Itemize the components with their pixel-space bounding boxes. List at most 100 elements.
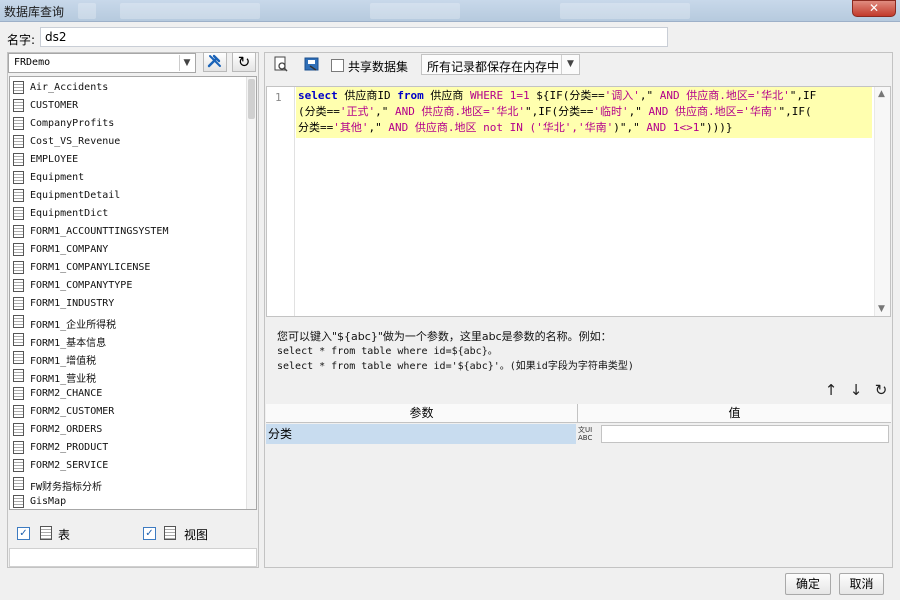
save-icon[interactable] [303, 56, 321, 74]
sql-token: AND 供应商.地区= [653, 89, 755, 102]
name-input[interactable]: ds2 [40, 27, 668, 47]
list-item[interactable]: FORM1_COMPANYLICENSE [10, 259, 246, 277]
list-item[interactable]: CUSTOMER [10, 97, 246, 115]
table-name: FORM1_基本信息 [30, 338, 107, 349]
type-icon-text: 文UI [578, 426, 593, 434]
list-item[interactable]: CompanyProfits [10, 115, 246, 133]
list-item[interactable]: FORM2_ORDERS [10, 421, 246, 439]
sql-token: '临时' [593, 105, 629, 118]
list-item[interactable]: EquipmentDetail [10, 187, 246, 205]
chevron-up-icon[interactable]: ▲ [878, 89, 885, 99]
sql-token: 1=1 [503, 89, 537, 102]
table-name: FORM2_ORDERS [30, 424, 103, 435]
view-filter-label: 视图 [184, 528, 209, 542]
sql-token: AND 供应商.地区= [388, 105, 490, 118]
sql-token: 分类== [298, 121, 334, 134]
list-item[interactable]: GisMap [10, 493, 246, 509]
list-item[interactable]: FORM1_增值税 [10, 349, 246, 367]
table-icon [13, 189, 24, 202]
table-list-scrollbar[interactable] [246, 77, 256, 509]
arrow-up-icon[interactable]: ↑ [822, 381, 840, 399]
list-item[interactable]: FORM1_ACCOUNTTINGSYSTEM [10, 223, 246, 241]
list-item[interactable]: FORM2_CUSTOMER [10, 403, 246, 421]
arrow-down-icon[interactable]: ↓ [847, 381, 865, 399]
table-checkbox[interactable]: ✓ [17, 527, 30, 540]
list-item[interactable]: Cost_VS_Revenue [10, 133, 246, 151]
datasource-select[interactable]: FRDemo ▼ [8, 53, 196, 73]
list-item[interactable]: FORM1_COMPANY [10, 241, 246, 259]
save-mode-value: 所有记录都保存在内存中 [427, 60, 560, 74]
ok-button[interactable]: 确定 [785, 573, 831, 595]
background-window-icon [78, 3, 96, 19]
list-item[interactable]: EMPLOYEE [10, 151, 246, 169]
table-filter-label: 表 [58, 528, 71, 542]
list-item[interactable]: FORM1_INDUSTRY [10, 295, 246, 313]
table-search-field[interactable] [9, 548, 257, 567]
param-name[interactable]: 分类 [266, 424, 576, 444]
save-mode-select[interactable]: 所有记录都保存在内存中 ▼ [421, 54, 580, 75]
table-name: FORM2_CHANCE [30, 388, 103, 399]
cancel-button[interactable]: 取消 [839, 573, 884, 595]
hint-line-2: select * from table where id=${abc}。 [277, 346, 498, 357]
table-icon [13, 135, 24, 148]
table-icon [13, 261, 24, 274]
close-button[interactable]: ✕ [852, 0, 896, 17]
table-name: FORM1_营业税 [30, 374, 97, 385]
wrench-icon[interactable] [203, 52, 227, 72]
list-item[interactable]: FORM1_企业所得税 [10, 313, 246, 331]
table-name: Air_Accidents [30, 82, 109, 93]
preview-icon[interactable] [272, 56, 290, 74]
list-item[interactable]: Air_Accidents [10, 79, 246, 97]
list-item[interactable]: FORM2_PRODUCT [10, 439, 246, 457]
table-row[interactable]: 分类 文UI ABC [266, 424, 891, 444]
sql-text[interactable]: select 供应商ID from 供应商 WHERE 1=1 ${IF(分类=… [296, 87, 872, 138]
chevron-down-icon[interactable]: ▼ [878, 304, 885, 314]
refresh-icon[interactable]: ↻ [232, 52, 256, 72]
table-name: FORM1_企业所得税 [30, 320, 117, 331]
view-checkbox[interactable]: ✓ [143, 527, 156, 540]
sql-editor[interactable]: 1 select 供应商ID from 供应商 WHERE 1=1 ${IF(分… [266, 86, 891, 317]
parameter-table-header: 参数 值 [266, 404, 891, 423]
refresh-icon[interactable]: ↻ [872, 381, 890, 399]
table-name: FORM1_增值税 [30, 356, 97, 367]
table-icon [13, 207, 24, 220]
table-icon [13, 225, 24, 238]
parameter-hint: 您可以键入"${abc}"做为一个参数，这里abc是参数的名称。例如： sele… [277, 329, 634, 374]
list-item[interactable]: EquipmentDict [10, 205, 246, 223]
name-label: 名字: [7, 33, 36, 47]
table-name: Equipment [30, 172, 85, 183]
list-item[interactable]: FW财务指标分析 [10, 475, 246, 493]
sql-line: select 供应商ID from 供应商 WHERE 1=1 ${IF(分类=… [298, 88, 872, 104]
sql-token: AND 1<>1 [639, 121, 700, 134]
sql-token: ," [368, 121, 382, 134]
sql-line: 分类=='其他'," AND 供应商.地区 not IN ('华北','华南')… [298, 120, 872, 136]
sql-token: AND 供应商.地区 not IN ( [381, 121, 537, 134]
sql-token: , [571, 121, 578, 134]
sql-token: '华南' [743, 105, 779, 118]
table-icon [13, 333, 24, 346]
line-number: 1 [275, 91, 282, 104]
sql-token: AND 供应商.地区= [641, 105, 744, 118]
param-value-input[interactable] [601, 425, 889, 443]
table-icon [13, 99, 24, 112]
share-checkbox[interactable] [331, 59, 344, 72]
list-item[interactable]: Equipment [10, 169, 246, 187]
chevron-down-icon[interactable]: ▼ [179, 55, 194, 71]
list-item[interactable]: FORM1_基本信息 [10, 331, 246, 349]
sql-token: ",IF(分类== [524, 105, 594, 118]
sql-token: (分类== [298, 105, 340, 118]
type-icon-text: ABC [578, 434, 593, 442]
list-item[interactable]: FORM1_COMPANYTYPE [10, 277, 246, 295]
table-name: EquipmentDetail [30, 190, 121, 201]
list-item[interactable]: FORM2_SERVICE [10, 457, 246, 475]
sql-token: '正式' [339, 105, 376, 118]
column-header-value: 值 [728, 406, 741, 420]
scrollbar-thumb[interactable] [248, 79, 255, 119]
chevron-down-icon[interactable]: ▼ [561, 55, 579, 74]
list-item[interactable]: FORM1_营业税 [10, 367, 246, 385]
list-item[interactable]: FORM2_CHANCE [10, 385, 246, 403]
sql-token: 供应商ID [337, 89, 398, 102]
sql-token: ",IF( [778, 105, 812, 118]
type-icon[interactable]: 文UI ABC [578, 424, 600, 444]
editor-scrollbar[interactable]: ▲ ▼ [874, 87, 890, 316]
